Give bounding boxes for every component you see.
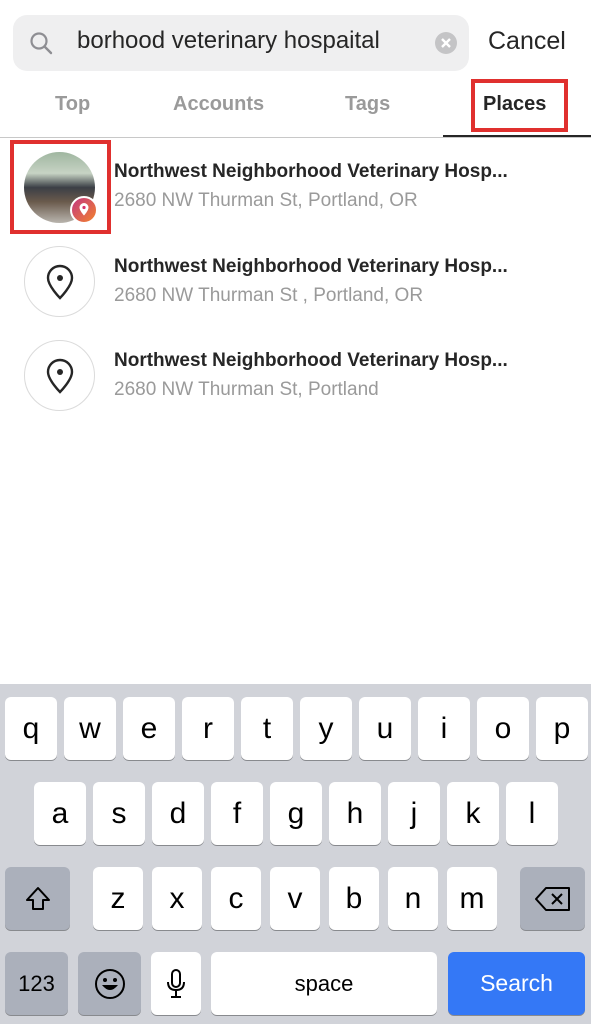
result-title: Northwest Neighborhood Veterinary Hosp..… [114,161,508,182]
result-address: 2680 NW Thurman St , Portland, OR [114,285,424,306]
tab-tags[interactable]: Tags [345,93,390,116]
selected-tab-indicator [443,135,591,137]
key-r[interactable]: r [182,697,234,760]
key-e[interactable]: e [123,697,175,760]
key-x[interactable]: x [152,867,202,930]
key-z[interactable]: z [93,867,143,930]
result-title: Northwest Neighborhood Veterinary Hosp..… [114,256,508,277]
key-o[interactable]: o [477,697,529,760]
location-pin-icon [24,340,95,411]
search-field[interactable]: borhood veterinary hospaital [13,15,469,71]
tab-top[interactable]: Top [55,93,90,116]
key-m[interactable]: m [447,867,497,930]
key-q[interactable]: q [5,697,57,760]
clear-icon[interactable] [435,32,457,54]
key-c[interactable]: c [211,867,261,930]
result-address: 2680 NW Thurman St, Portland, OR [114,190,418,211]
key-v[interactable]: v [270,867,320,930]
keyboard: qwertyuiop asdfghjkl zxcvbnm 123 space Sea… [0,684,591,1024]
dictation-key[interactable] [151,952,201,1015]
location-pin-icon [24,246,95,317]
emoji-key[interactable] [78,952,141,1015]
space-key[interactable]: space [211,952,437,1015]
search-icon [30,32,53,55]
key-a[interactable]: a [34,782,86,845]
result-address: 2680 NW Thurman St, Portland [114,379,379,400]
shift-icon [25,886,50,910]
numbers-key[interactable]: 123 [5,952,68,1015]
key-y[interactable]: y [300,697,352,760]
shift-key[interactable] [5,867,70,930]
tab-accounts[interactable]: Accounts [173,93,264,116]
key-j[interactable]: j [388,782,440,845]
key-g[interactable]: g [270,782,322,845]
key-t[interactable]: t [241,697,293,760]
key-l[interactable]: l [506,782,558,845]
backspace-icon [534,886,570,911]
highlight-box [10,140,111,234]
key-h[interactable]: h [329,782,381,845]
search-input[interactable]: borhood veterinary hospaital [77,27,437,55]
key-i[interactable]: i [418,697,470,760]
key-s[interactable]: s [93,782,145,845]
result-title: Northwest Neighborhood Veterinary Hosp..… [114,350,508,371]
key-n[interactable]: n [388,867,438,930]
key-p[interactable]: p [536,697,588,760]
emoji-icon [94,968,125,999]
key-w[interactable]: w [64,697,116,760]
delete-key[interactable] [520,867,585,930]
search-key[interactable]: Search [448,952,585,1015]
cancel-button[interactable]: Cancel [488,27,566,56]
key-b[interactable]: b [329,867,379,930]
divider [0,137,591,138]
key-d[interactable]: d [152,782,204,845]
highlight-box [471,79,568,132]
microphone-icon [167,968,185,998]
key-f[interactable]: f [211,782,263,845]
key-u[interactable]: u [359,697,411,760]
key-k[interactable]: k [447,782,499,845]
